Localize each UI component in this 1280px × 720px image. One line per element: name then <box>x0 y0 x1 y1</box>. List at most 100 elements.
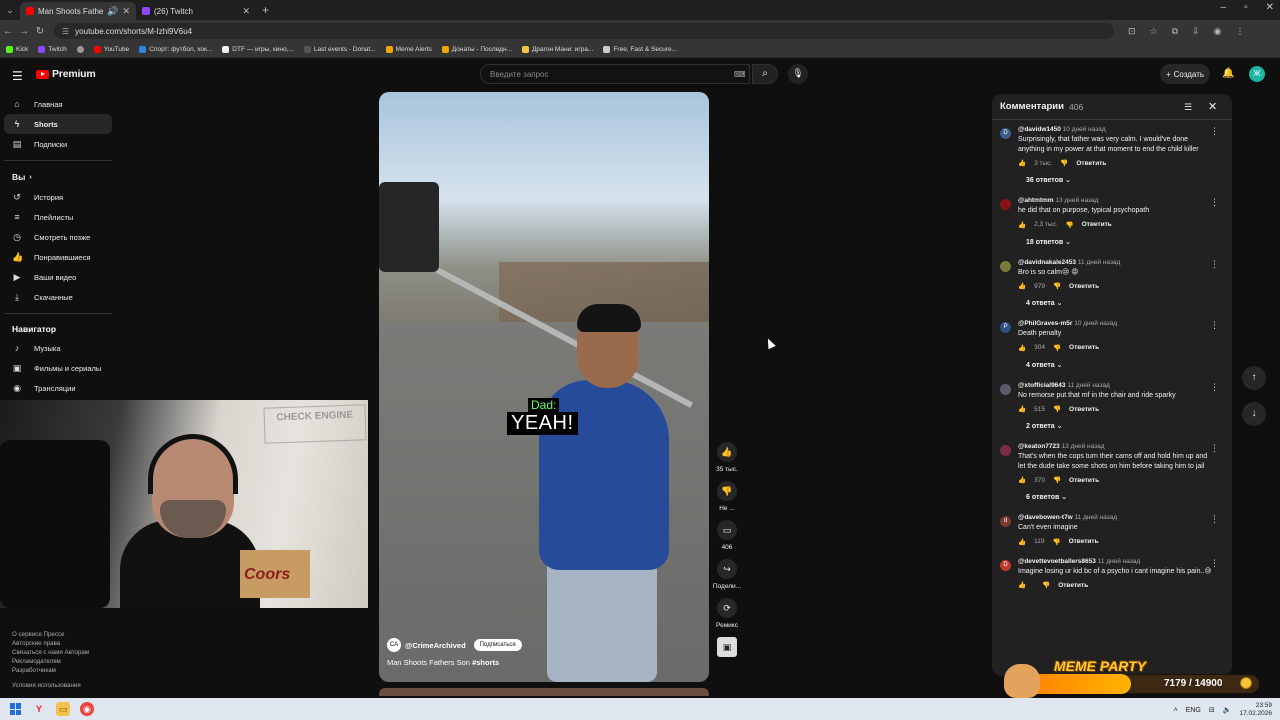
subscribe-button[interactable]: Подписаться <box>473 639 522 651</box>
close-icon[interactable]: ✕ <box>1208 100 1217 113</box>
maximize-icon[interactable]: ▫ <box>1244 2 1248 13</box>
site-info-icon[interactable]: ☰ <box>62 27 69 36</box>
sidebar-item-liked[interactable]: 👍 Понравившиеся <box>4 247 112 267</box>
new-tab-icon[interactable]: + <box>262 3 269 17</box>
share-button[interactable]: ↪ Подели... <box>708 559 746 590</box>
channel-name[interactable]: @CrimeArchived <box>405 641 466 650</box>
reply-button[interactable]: Ответить <box>1058 582 1088 589</box>
view-replies-button[interactable]: 4 ответа ⌄ <box>1000 290 1232 320</box>
reply-button[interactable]: Ответить <box>1069 283 1099 290</box>
comment-author[interactable]: @davidw1450 <box>1018 126 1061 133</box>
previous-short-button[interactable]: ↑ <box>1242 366 1266 390</box>
profile-icon[interactable]: ◉ <box>1214 26 1222 37</box>
language-indicator[interactable]: ENG <box>1186 707 1201 714</box>
view-replies-button[interactable]: 36 ответов ⌄ <box>1000 167 1232 197</box>
sidebar-item-your-videos[interactable]: ▶ Ваши видео <box>4 267 112 287</box>
sort-icon[interactable]: ☰ <box>1184 102 1192 113</box>
comment-author[interactable]: @davebowen-t7w <box>1018 514 1073 521</box>
comment-like-icon[interactable]: 👍 <box>1018 282 1026 290</box>
commenter-avatar[interactable] <box>1000 199 1011 210</box>
footer-link[interactable]: Разработчикам <box>12 666 112 675</box>
bookmark-sport[interactable]: Спорт: футбол, хок... <box>139 46 212 53</box>
bookmark-donat[interactable]: Last events - Donat... <box>303 46 376 53</box>
notifications-bell-icon[interactable]: 🔔 <box>1222 68 1234 79</box>
next-video-preview[interactable] <box>379 688 709 696</box>
footer-link[interactable]: О сервисе Прессе <box>12 630 112 639</box>
shorts-video-player[interactable]: Dad: YEAH! CA @CrimeArchived Подписаться… <box>379 92 709 682</box>
browser-tab-youtube[interactable]: Man Shoots Fathers Son # 🔊 ✕ <box>20 2 136 20</box>
view-replies-button[interactable]: 6 ответов ⌄ <box>1000 484 1232 514</box>
network-icon[interactable]: ⊟ <box>1209 706 1215 714</box>
view-replies-button[interactable]: 2 ответа ⌄ <box>1000 413 1232 443</box>
comment-dislike-icon[interactable]: 👎 <box>1053 476 1061 484</box>
youtube-logo[interactable]: Premium <box>36 68 96 80</box>
comment-author[interactable]: @devettevoetballers8653 <box>1018 558 1096 565</box>
keyboard-icon[interactable]: ⌨ <box>734 70 746 79</box>
sidebar-item-watch-later[interactable]: ◷ Смотреть позже <box>4 227 112 247</box>
sidebar-you-header[interactable]: Вы › <box>4 167 112 187</box>
back-icon[interactable]: ← <box>0 26 16 37</box>
comment-dislike-icon[interactable]: 👎 <box>1053 344 1061 352</box>
reply-button[interactable]: Ответить <box>1076 160 1106 167</box>
chrome-icon[interactable]: ◉ <box>80 702 94 716</box>
create-button[interactable]: + Создать <box>1160 64 1210 84</box>
comment-author[interactable]: @davidnakale2453 <box>1018 259 1076 266</box>
comment-like-icon[interactable]: 👍 <box>1018 159 1026 167</box>
comment-dislike-icon[interactable]: 👎 <box>1060 159 1068 167</box>
comment-more-icon[interactable]: ⋮ <box>1210 197 1219 208</box>
mute-tab-icon[interactable]: 🔊 <box>107 6 118 17</box>
voice-search-button[interactable]: 🎙 <box>788 64 808 84</box>
comment-more-icon[interactable]: ⋮ <box>1210 259 1219 270</box>
comment-dislike-icon[interactable]: 👎 <box>1053 282 1061 290</box>
comment-like-icon[interactable]: 👍 <box>1018 476 1026 484</box>
comment-like-icon[interactable]: 👍 <box>1018 538 1026 546</box>
comment-like-icon[interactable]: 👍 <box>1018 405 1026 413</box>
commenter-avatar[interactable]: D <box>1000 128 1011 139</box>
comment-dislike-icon[interactable]: 👎 <box>1052 538 1060 546</box>
menu-icon[interactable]: ☰ <box>12 69 23 83</box>
dislike-button[interactable]: 👎 Не ... <box>708 481 746 512</box>
sidebar-item-live[interactable]: ◉ Трансляции <box>4 378 112 398</box>
footer-link[interactable]: Рекламодателям <box>12 657 112 666</box>
commenter-avatar[interactable]: P <box>1000 322 1011 333</box>
browser-menu-icon[interactable]: ⋮ <box>1235 26 1244 37</box>
reload-icon[interactable]: ↻ <box>32 26 48 37</box>
comment-author[interactable]: @PhilGraves-m5r <box>1018 320 1072 327</box>
sidebar-item-history[interactable]: ↺ История <box>4 187 112 207</box>
comment-more-icon[interactable]: ⋮ <box>1210 443 1219 454</box>
view-replies-button[interactable]: 4 ответа ⌄ <box>1000 352 1232 382</box>
volume-icon[interactable]: 🔈 <box>1223 706 1232 714</box>
next-short-button[interactable]: ↓ <box>1242 402 1266 426</box>
audio-thumbnail[interactable]: ▣ <box>708 637 746 657</box>
windows-start-icon[interactable] <box>10 703 22 715</box>
comment-more-icon[interactable]: ⋮ <box>1210 320 1219 331</box>
bookmark-dragon[interactable]: Драгон Мани: игра... <box>521 46 593 53</box>
bookmark-twitch[interactable]: Twitch <box>38 46 67 53</box>
comment-dislike-icon[interactable]: 👎 <box>1042 581 1050 589</box>
comment-author[interactable]: @xtofficial9643 <box>1018 382 1066 389</box>
view-replies-button[interactable]: 18 ответов ⌄ <box>1000 229 1232 259</box>
close-window-icon[interactable]: ✕ <box>1266 2 1274 13</box>
comment-more-icon[interactable]: ⋮ <box>1210 126 1219 137</box>
tab-search-icon[interactable]: ⌄ <box>0 5 20 16</box>
comments-button[interactable]: ▭ 406 <box>708 520 746 551</box>
sidebar-item-home[interactable]: ⌂ Главная <box>4 94 112 114</box>
video-hashtag[interactable]: #shorts <box>472 658 499 667</box>
comment-dislike-icon[interactable]: 👎 <box>1066 221 1074 229</box>
bookmark-kick[interactable]: Kick <box>6 46 28 53</box>
close-tab-icon[interactable]: ✕ <box>122 6 130 17</box>
install-icon[interactable]: ⊡ <box>1128 26 1136 37</box>
channel-avatar[interactable]: CA <box>387 638 401 652</box>
search-input[interactable]: Введите запрос <box>480 64 750 84</box>
footer-link[interactable]: Условия использования <box>12 681 112 690</box>
search-button[interactable]: ⌕ <box>752 64 778 84</box>
sidebar-item-shorts[interactable]: ϟ Shorts <box>4 114 112 134</box>
comment-author[interactable]: @ahtmtmm <box>1018 197 1054 204</box>
comment-like-icon[interactable]: 👍 <box>1018 221 1026 229</box>
extensions-icon[interactable]: ⧉ <box>1172 26 1178 37</box>
comment-like-icon[interactable]: 👍 <box>1018 344 1026 352</box>
browser-tab-twitch[interactable]: (26) Twitch ✕ <box>136 2 256 20</box>
sidebar-item-playlists[interactable]: ≡ Плейлисты <box>4 207 112 227</box>
like-button[interactable]: 👍 35 тыс. <box>708 442 746 473</box>
comment-more-icon[interactable]: ⋮ <box>1210 382 1219 393</box>
